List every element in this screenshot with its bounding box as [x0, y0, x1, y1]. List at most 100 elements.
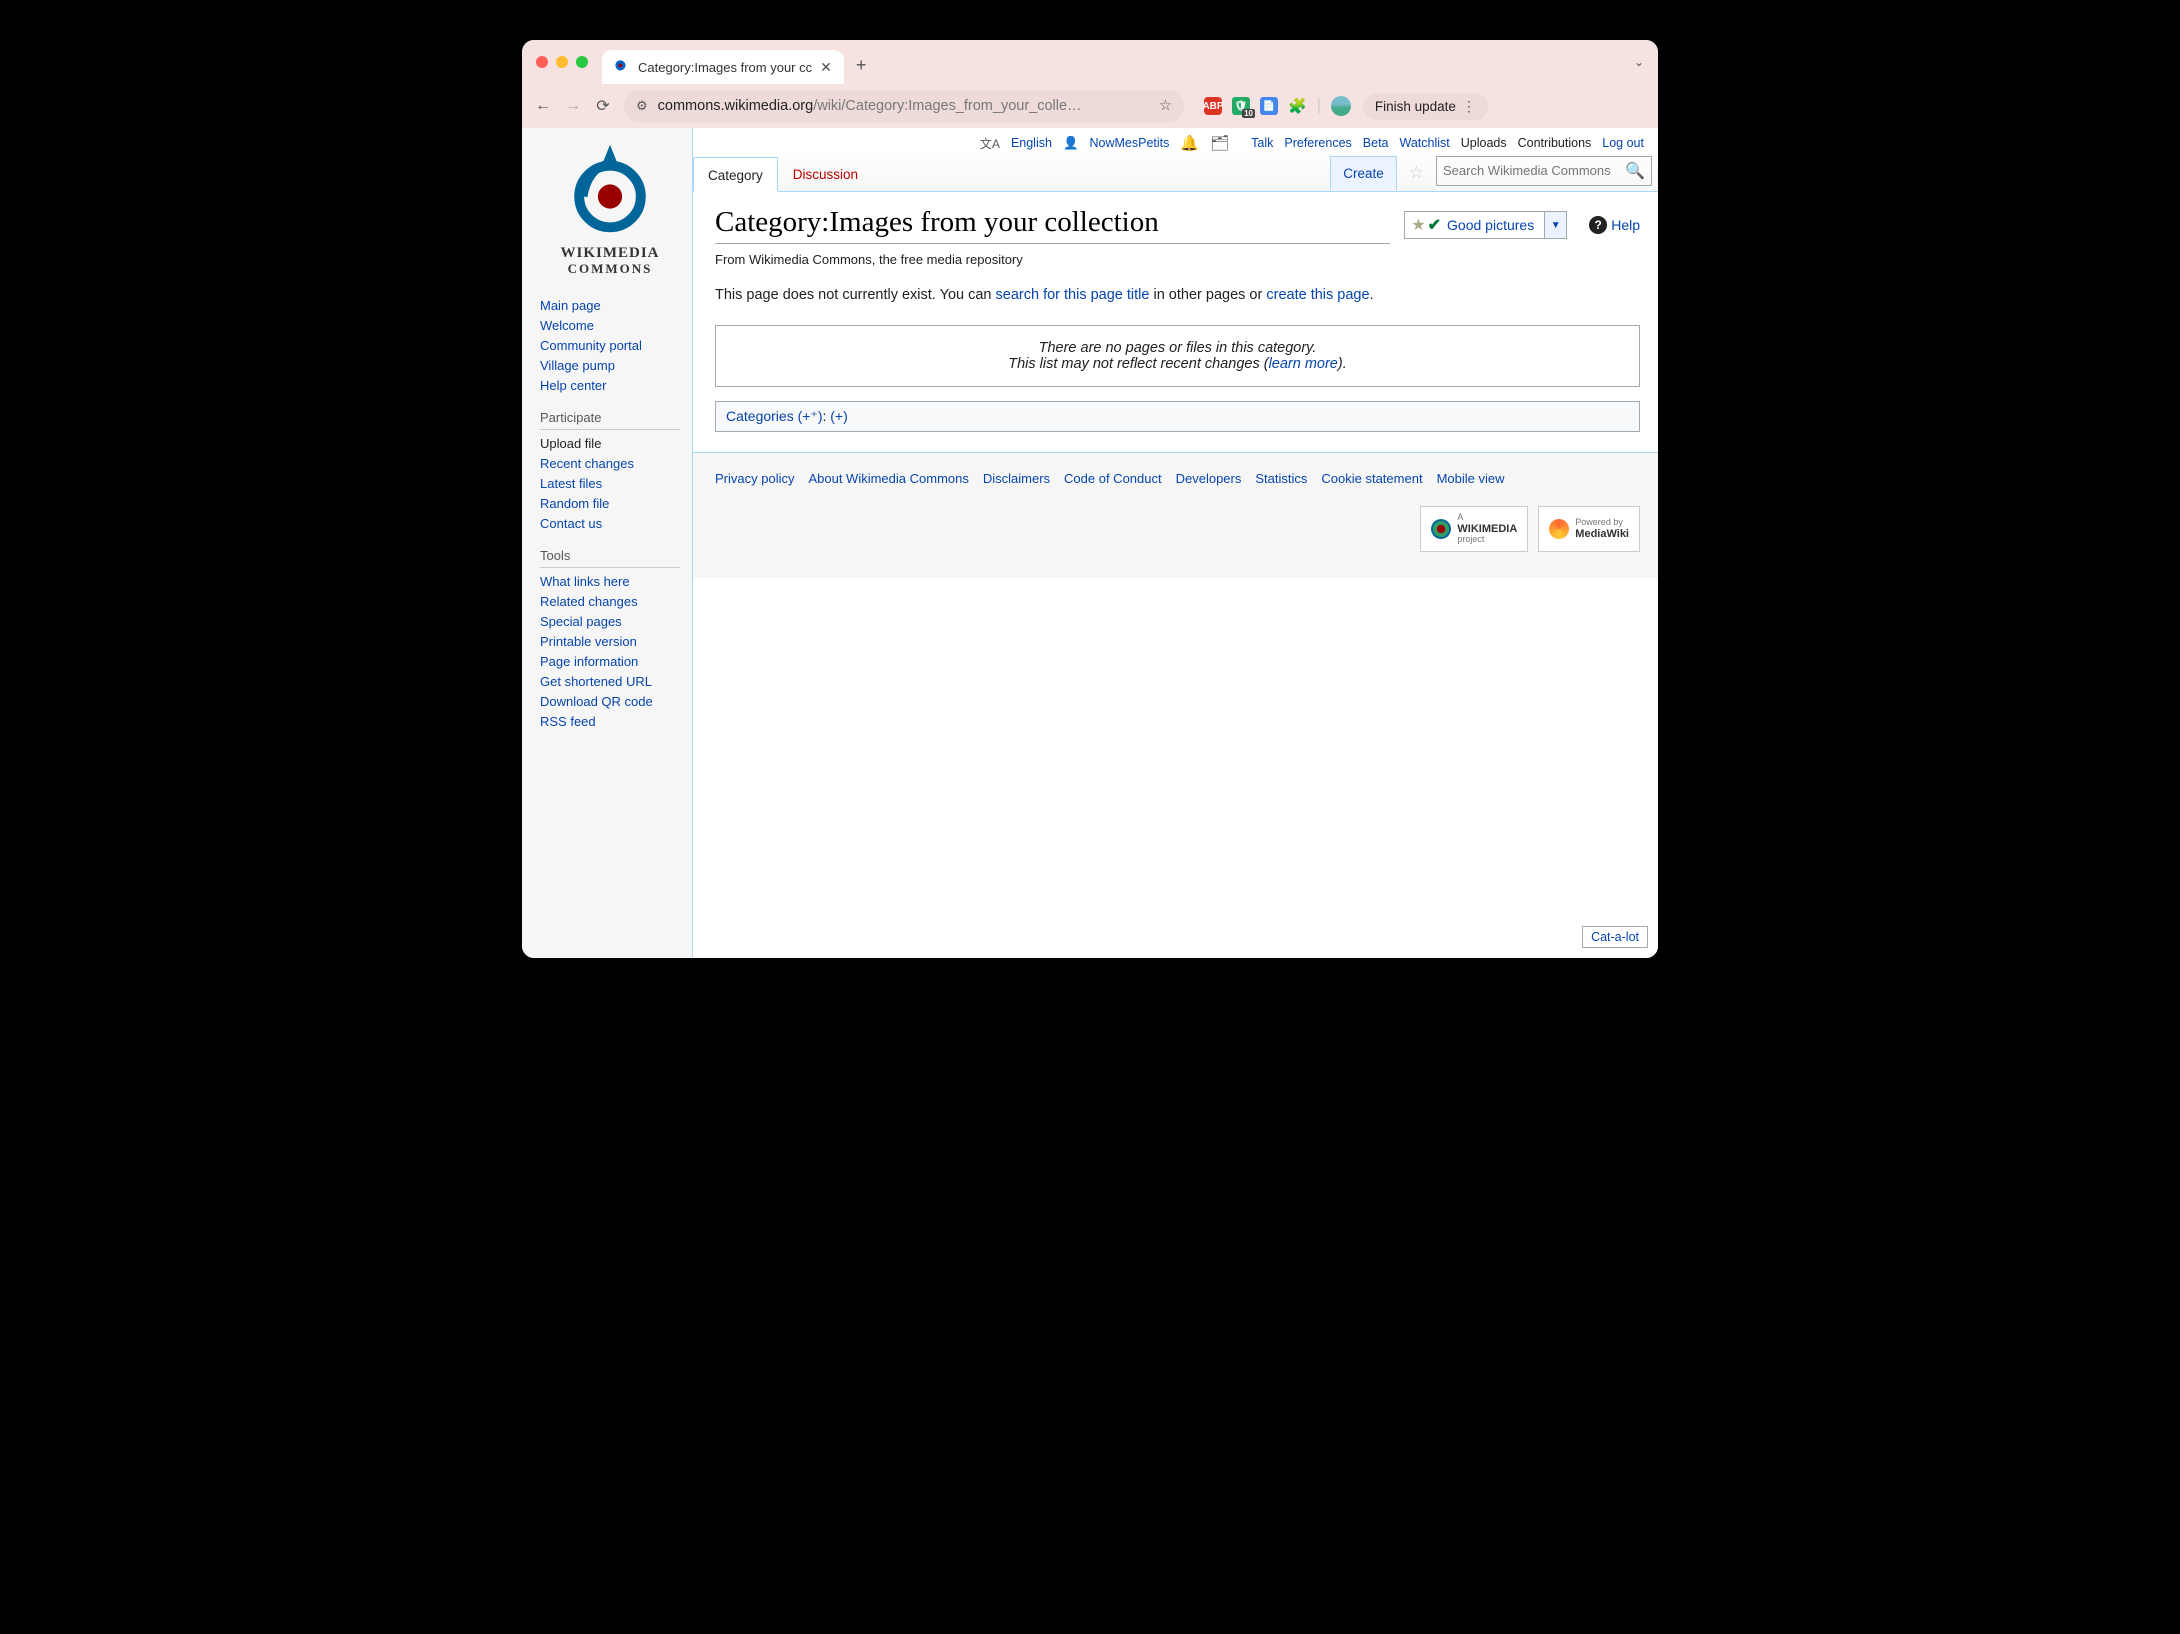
search-title-link[interactable]: search for this page title: [996, 287, 1150, 303]
commons-logo-icon: [555, 136, 665, 246]
menu-icon[interactable]: ⋮: [1462, 98, 1476, 115]
categories-plus[interactable]: (+): [830, 408, 848, 424]
sidebar-head-tools: Tools: [540, 544, 680, 568]
learn-more-link[interactable]: learn more: [1269, 356, 1338, 372]
profile-avatar-icon[interactable]: [1331, 96, 1351, 116]
sidebar-link[interactable]: Community portal: [540, 336, 680, 356]
sidebar-link[interactable]: Upload file: [540, 434, 680, 454]
urlbar: ← → ⟳ ⚙ commons.wikimedia.org/wiki/Categ…: [522, 84, 1658, 128]
doc-extension-icon[interactable]: 📄: [1260, 97, 1278, 115]
empty-category-box: There are no pages or files in this cate…: [715, 325, 1640, 387]
create-page-link[interactable]: create this page: [1266, 287, 1369, 303]
empty-category-line2: This list may not reflect recent changes…: [730, 356, 1625, 372]
contributions-link[interactable]: Contributions: [1518, 136, 1592, 150]
watch-star-icon[interactable]: ☆: [1403, 155, 1430, 191]
sidebar-link[interactable]: Main page: [540, 296, 680, 316]
footer-link[interactable]: Privacy policy: [715, 471, 794, 486]
close-window-icon[interactable]: [536, 56, 548, 68]
finish-update-label: Finish update: [1375, 99, 1456, 114]
good-pictures-dropdown-icon[interactable]: ▼: [1544, 212, 1566, 238]
sidebar-link[interactable]: Village pump: [540, 356, 680, 376]
personal-link[interactable]: Preferences: [1284, 136, 1351, 150]
main: Category:Images from your collection ★ ✔…: [693, 192, 1658, 452]
tab-create[interactable]: Create: [1330, 156, 1397, 190]
url-text: commons.wikimedia.org/wiki/Category:Imag…: [658, 98, 1149, 114]
site-settings-icon[interactable]: ⚙: [636, 98, 648, 114]
footer-link[interactable]: Developers: [1176, 471, 1242, 486]
good-pictures-button[interactable]: ★ ✔ Good pictures ▼: [1404, 211, 1567, 239]
search-box[interactable]: 🔍: [1436, 156, 1652, 186]
extensions-menu-icon[interactable]: 🧩: [1288, 97, 1307, 115]
footer: Privacy policy About Wikimedia Commons Dis…: [693, 452, 1658, 578]
footer-link[interactable]: Mobile view: [1437, 471, 1505, 486]
empty-category-line1: There are no pages or files in this cate…: [730, 340, 1625, 356]
search-input[interactable]: [1443, 163, 1625, 178]
back-button[interactable]: ←: [534, 97, 552, 115]
page-tabs: Category Discussion Create ☆ 🔍: [693, 152, 1658, 192]
help-label: Help: [1611, 217, 1640, 233]
logout-link[interactable]: Log out: [1602, 136, 1644, 150]
logo[interactable]: WIKIMEDIA COMMONS: [540, 134, 680, 286]
tab-overflow-icon[interactable]: ⌄: [1634, 55, 1644, 69]
search-icon[interactable]: 🔍: [1625, 161, 1645, 181]
sidebar-link[interactable]: Page information: [540, 652, 680, 672]
footer-link[interactable]: Disclaimers: [983, 471, 1050, 486]
page: WIKIMEDIA COMMONS Main pageWelcomeCommun…: [522, 128, 1658, 958]
personal-tools: 文A English 👤 NowMesPetits 🔔 🗂 TalkPrefer…: [693, 128, 1658, 152]
footer-link[interactable]: About Wikimedia Commons: [808, 471, 968, 486]
wikimedia-badge[interactable]: AWIKIMEDIAproject: [1420, 506, 1528, 552]
abp-extension-icon[interactable]: ABP: [1204, 97, 1222, 115]
notifications-icon[interactable]: 🔔: [1180, 134, 1199, 152]
sidebar-link[interactable]: Welcome: [540, 316, 680, 336]
sidebar-link[interactable]: Recent changes: [540, 454, 680, 474]
minimize-window-icon[interactable]: [556, 56, 568, 68]
bookmark-star-icon[interactable]: ☆: [1159, 98, 1172, 114]
page-title: Category:Images from your collection: [715, 206, 1390, 244]
help-link[interactable]: ? Help: [1589, 216, 1640, 234]
mediawiki-badge-icon: [1549, 519, 1569, 539]
footer-link[interactable]: Cookie statement: [1321, 471, 1422, 486]
language-link[interactable]: English: [1011, 136, 1052, 150]
sidebar-link[interactable]: Help center: [540, 376, 680, 396]
maximize-window-icon[interactable]: [576, 56, 588, 68]
personal-link[interactable]: Talk: [1251, 136, 1273, 150]
notices-icon[interactable]: 🗂: [1210, 134, 1229, 152]
sidebar-link[interactable]: Random file: [540, 494, 680, 514]
categories-plusplus[interactable]: (+⁺): [798, 408, 823, 424]
sidebar-link[interactable]: Printable version: [540, 632, 680, 652]
browser-tab[interactable]: Category:Images from your cc ✕: [602, 50, 844, 84]
cat-a-lot-button[interactable]: Cat-a-lot: [1582, 926, 1648, 948]
username-link[interactable]: NowMesPetits: [1090, 136, 1170, 150]
footer-link[interactable]: Code of Conduct: [1064, 471, 1162, 486]
close-tab-icon[interactable]: ✕: [820, 59, 832, 76]
url-field[interactable]: ⚙ commons.wikimedia.org/wiki/Category:Im…: [624, 90, 1184, 122]
sidebar-link[interactable]: What links here: [540, 572, 680, 592]
uploads-link[interactable]: Uploads: [1461, 136, 1507, 150]
traffic-lights: [536, 56, 588, 68]
sidebar-link[interactable]: Get shortened URL: [540, 672, 680, 692]
personal-link[interactable]: Watchlist: [1400, 136, 1450, 150]
tab-category[interactable]: Category: [693, 157, 778, 192]
body-paragraph: This page does not currently exist. You …: [715, 287, 1640, 303]
extension-icon[interactable]: 🛡10: [1232, 97, 1250, 115]
sidebar-link[interactable]: Latest files: [540, 474, 680, 494]
sidebar-link[interactable]: RSS feed: [540, 712, 680, 732]
footer-link[interactable]: Statistics: [1255, 471, 1307, 486]
sidebar-link[interactable]: Download QR code: [540, 692, 680, 712]
sidebar-link[interactable]: Related changes: [540, 592, 680, 612]
tab-discussion[interactable]: Discussion: [778, 156, 873, 191]
new-tab-button[interactable]: +: [856, 55, 867, 76]
good-pictures-label: Good pictures: [1443, 217, 1538, 233]
sidebar-link[interactable]: Contact us: [540, 514, 680, 534]
finish-update-button[interactable]: Finish update ⋮: [1363, 93, 1488, 120]
sidebar-link[interactable]: Special pages: [540, 612, 680, 632]
featured-icon: ✔: [1428, 215, 1441, 235]
mediawiki-badge[interactable]: Powered byMediaWiki: [1538, 506, 1640, 552]
star-icon: ★: [1411, 215, 1425, 235]
personal-link[interactable]: Beta: [1363, 136, 1389, 150]
content: 文A English 👤 NowMesPetits 🔔 🗂 TalkPrefer…: [692, 128, 1658, 958]
categories-link[interactable]: Categories: [726, 408, 794, 424]
browser-window: Category:Images from your cc ✕ + ⌄ ← → ⟳…: [522, 40, 1658, 958]
language-icon[interactable]: 文A: [980, 135, 1000, 152]
reload-button[interactable]: ⟳: [594, 97, 612, 115]
